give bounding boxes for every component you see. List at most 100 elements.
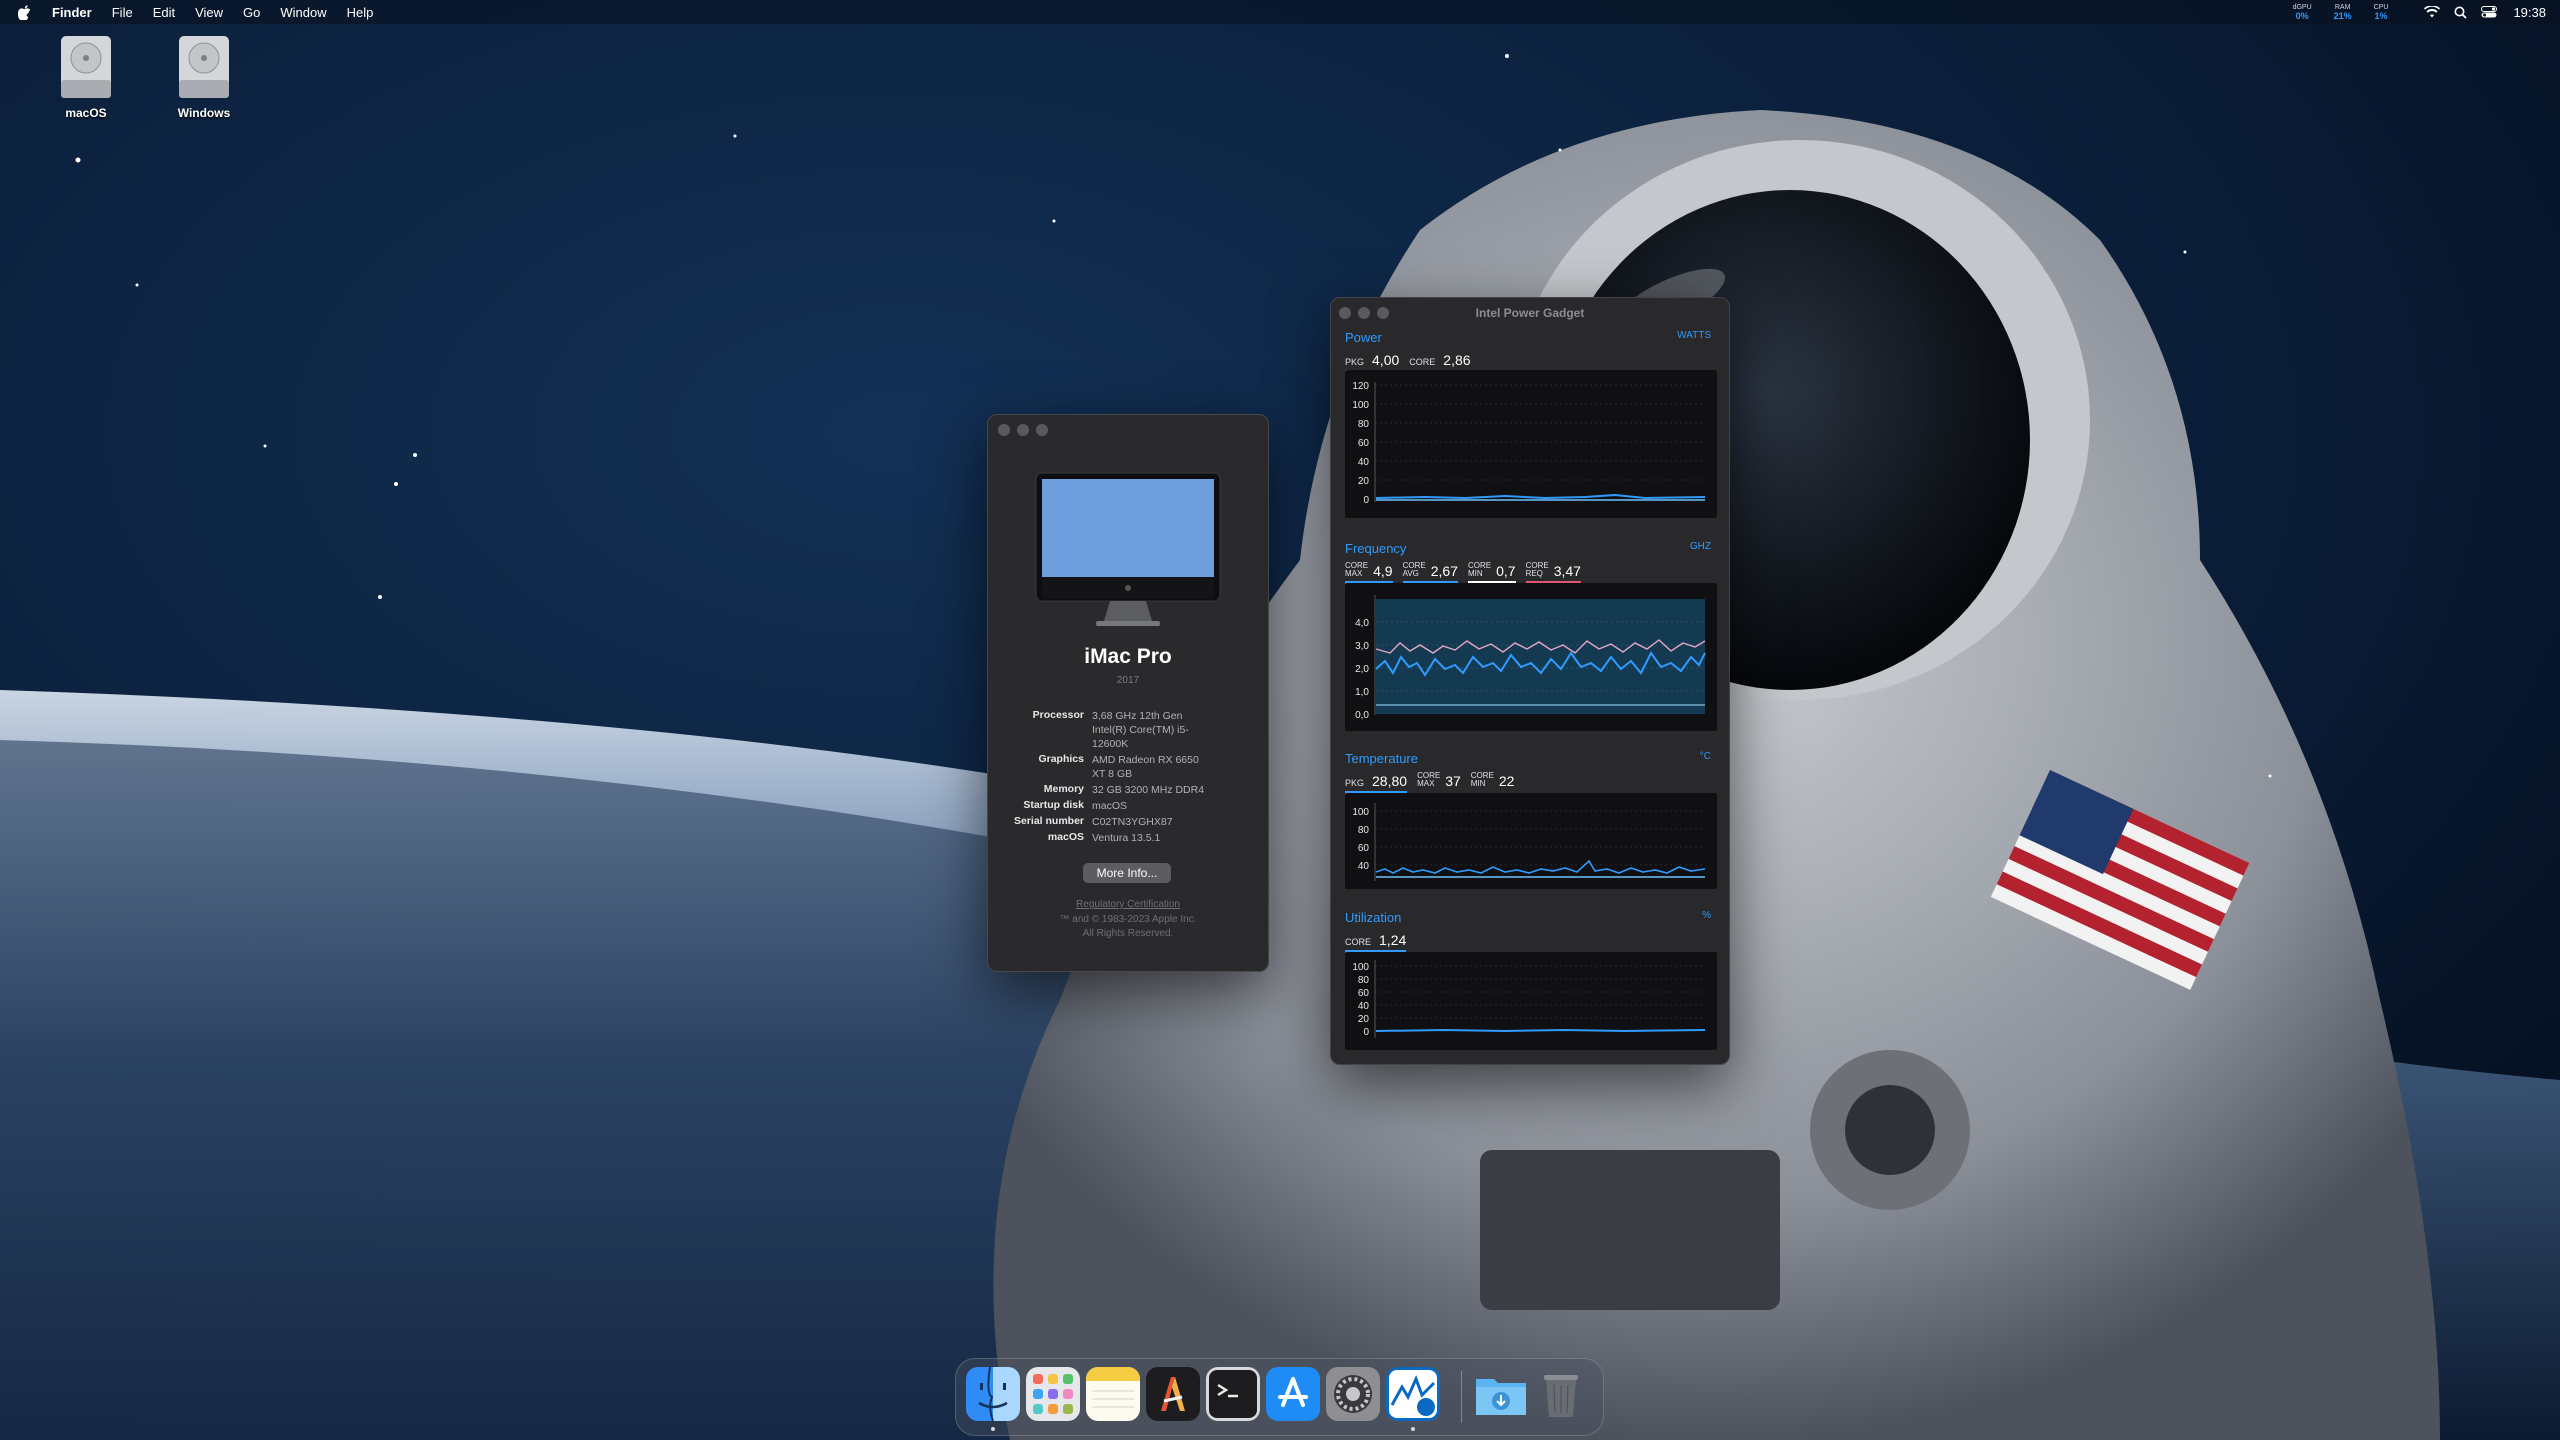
search-icon[interactable] — [2454, 6, 2468, 19]
regulatory-certification-link[interactable]: Regulatory Certification — [988, 899, 1268, 910]
terminal-icon[interactable] — [1206, 1367, 1260, 1421]
y-tick: 0 — [1363, 1027, 1369, 1038]
frequency-graph: 4,0 3,0 2,0 1,0 0,0 — [1345, 583, 1717, 731]
spec-row-processor: Processor 3,68 GHz 12th Gen Intel(R) Cor… — [988, 709, 1268, 751]
desktop-icon-label: macOS — [65, 106, 107, 120]
stat-cpu[interactable]: CPU 1% — [2374, 3, 2389, 21]
readout-label: CORE — [1409, 357, 1436, 367]
menu-clock[interactable]: 19:38 — [2513, 5, 2546, 20]
menu-edit[interactable]: Edit — [153, 5, 175, 20]
hard-disk-icon — [61, 36, 111, 98]
stat-value: 21% — [2333, 11, 2352, 21]
spec-value: AMD Radeon RX 6650 XT 8 GB — [1092, 754, 1199, 780]
spec-key: Graphics — [1038, 753, 1084, 765]
minimize-button[interactable] — [1017, 424, 1029, 436]
spec-key: Memory — [1043, 783, 1084, 795]
control-center-icon[interactable] — [2481, 6, 2498, 18]
y-tick: 120 — [1352, 381, 1369, 392]
readout-core-util: CORE 1,24 — [1345, 932, 1407, 953]
readout-label: CORE AVG — [1403, 562, 1426, 578]
readout-value: 22 — [1498, 773, 1515, 789]
desktop-disk-windows[interactable]: Windows — [154, 34, 254, 120]
readout-value: 1,24 — [1379, 932, 1407, 948]
readout-label: CORE MIN — [1471, 772, 1494, 788]
downloads-folder-icon[interactable] — [1474, 1367, 1528, 1421]
readout-label: CORE — [1345, 937, 1372, 947]
readout-label-bottom: MAX — [1345, 569, 1363, 578]
launchpad-icon[interactable] — [1026, 1367, 1080, 1421]
stat-value: 1% — [2374, 11, 2388, 21]
intel-power-gadget-icon[interactable] — [1386, 1367, 1440, 1421]
more-info-button[interactable]: More Info... — [1083, 863, 1171, 883]
ai-app-icon[interactable] — [1146, 1367, 1200, 1421]
close-button[interactable] — [998, 424, 1010, 436]
readout-label: CORE MAX — [1345, 562, 1368, 578]
spec-value: macOS — [1092, 800, 1128, 812]
readout-label: PKG — [1345, 357, 1365, 367]
readout-label-bottom: AVG — [1402, 569, 1419, 578]
readout-core-min-temp: CORE MIN 22 — [1471, 772, 1515, 794]
spec-key: Serial number — [1013, 815, 1084, 827]
trash-icon[interactable] — [1534, 1367, 1588, 1421]
apple-menu-icon[interactable] — [18, 4, 32, 20]
readout-value: 37 — [1445, 773, 1461, 789]
readout-label-bottom: MAX — [1417, 779, 1435, 788]
copyright-text: ™ and © 1983-2023 Apple Inc. — [1059, 914, 1197, 925]
section-unit: WATTS — [1677, 330, 1711, 341]
readout-core-req-freq: CORE REQ 3,47 — [1525, 562, 1581, 584]
y-tick: 60 — [1358, 438, 1370, 449]
power-section: Power WATTS PKG 4,00 CORE 2,86 — [1345, 330, 1715, 373]
y-tick: 40 — [1358, 1001, 1370, 1012]
readout-label: PKG — [1345, 778, 1365, 788]
window-controls — [998, 424, 1048, 436]
rights-text: All Rights Reserved. — [1082, 928, 1174, 939]
spec-value: 32 GB 3200 MHz DDR4 — [1092, 784, 1205, 796]
running-indicator — [991, 1427, 995, 1431]
notes-icon[interactable] — [1086, 1367, 1140, 1421]
stat-dgpu[interactable]: dGPU 0% — [2293, 3, 2312, 21]
y-tick: 4,0 — [1355, 618, 1369, 629]
menu-help[interactable]: Help — [347, 5, 374, 20]
readout-value: 3,47 — [1553, 563, 1581, 579]
imac-icon — [1035, 472, 1221, 626]
system-settings-icon[interactable] — [1326, 1367, 1380, 1421]
section-unit: °C — [1699, 751, 1711, 762]
window-title: Intel Power Gadget — [1475, 306, 1585, 320]
y-tick: 80 — [1358, 825, 1370, 836]
mac-model-year: 2017 — [1116, 675, 1140, 686]
hard-disk-icon — [179, 36, 229, 98]
dock — [955, 1358, 1604, 1436]
y-tick: 1,0 — [1355, 687, 1369, 698]
spec-row-startup-disk: Startup disk macOS — [988, 799, 1268, 813]
spec-value: C02TN3YGHX87 — [1092, 816, 1173, 828]
readout-value: 2,86 — [1443, 352, 1471, 368]
utilization-section: Utilization % CORE 1,24 — [1345, 910, 1715, 953]
readout-label-bottom: REQ — [1525, 569, 1543, 578]
desktop-disk-macos[interactable]: macOS — [36, 34, 136, 120]
menu-view[interactable]: View — [195, 5, 223, 20]
readout-core-min-freq: CORE MIN 0,7 — [1467, 562, 1516, 584]
menu-window[interactable]: Window — [280, 5, 326, 20]
zoom-button[interactable] — [1036, 424, 1048, 436]
menu-go[interactable]: Go — [243, 5, 260, 20]
readout-value: 0,7 — [1496, 563, 1516, 579]
spec-key: Startup disk — [1023, 799, 1084, 811]
finder-icon[interactable] — [966, 1367, 1020, 1421]
menu-file[interactable]: File — [112, 5, 133, 20]
y-tick: 0,0 — [1355, 710, 1369, 721]
readout-value: 2,67 — [1430, 563, 1458, 579]
y-tick: 60 — [1358, 843, 1370, 854]
readout-value: 4,9 — [1373, 563, 1393, 579]
menu-app-name[interactable]: Finder — [52, 5, 92, 20]
readout-value: 4,00 — [1372, 352, 1400, 368]
app-store-icon[interactable] — [1266, 1367, 1320, 1421]
stat-ram[interactable]: RAM 21% — [2334, 3, 2352, 21]
frequency-section: Frequency GHZ CORE MAX 4,9 CORE AVG 2,67 C… — [1345, 541, 1715, 584]
readout-label-bottom: MIN — [1467, 569, 1483, 578]
readout-pkg-temp: PKG 28,80 — [1345, 773, 1408, 794]
section-unit: GHZ — [1689, 541, 1711, 552]
spec-row-memory: Memory 32 GB 3200 MHz DDR4 — [988, 783, 1268, 797]
section-unit: % — [1702, 910, 1711, 921]
wifi-icon[interactable] — [2424, 6, 2441, 18]
readout-value: 28,80 — [1372, 773, 1408, 789]
